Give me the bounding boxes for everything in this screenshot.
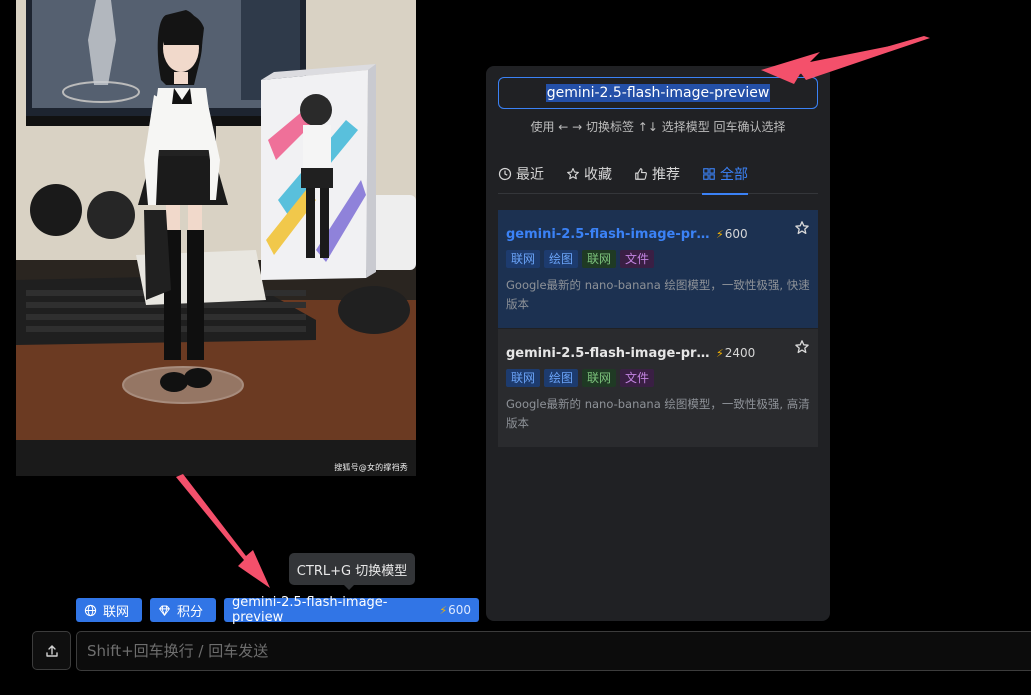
model-selector-chip[interactable]: gemini-2.5-flash-image-preview ⚡ 600 <box>224 595 479 625</box>
web-search-chip[interactable]: 联网 <box>76 598 142 622</box>
favorite-star-icon[interactable] <box>794 220 810 236</box>
upload-icon <box>45 644 58 657</box>
figure-photo-illustration <box>16 0 416 476</box>
model-tags: 联网 绘图 联网 文件 <box>506 369 810 387</box>
model-selector-label: gemini-2.5-flash-image-preview <box>232 595 388 625</box>
globe-icon <box>84 604 97 616</box>
points-chip[interactable]: 积分 <box>150 598 216 622</box>
web-search-label: 联网 <box>103 604 130 620</box>
model-cost: ⚡ 2400 <box>716 346 755 360</box>
lightning-icon: ⚡ <box>439 603 448 617</box>
tab-recent-label: 最近 <box>516 167 544 183</box>
tab-favorites-label: 收藏 <box>584 167 612 183</box>
model-selector-cost-value: 600 <box>448 603 471 617</box>
arrow-to-chip <box>176 474 270 588</box>
model-cost-value: 600 <box>724 227 748 241</box>
tag-draw: 绘图 <box>544 369 579 387</box>
favorite-star-icon[interactable] <box>794 339 810 355</box>
tag-net: 联网 <box>582 250 617 268</box>
lightning-icon: ⚡ <box>716 346 724 360</box>
tab-all[interactable]: 全部 <box>702 154 748 195</box>
thumbs-up-icon <box>635 168 647 180</box>
keyboard-hint: 使用 ← → 切换标签 ↑↓ 选择模型 回车确认选择 <box>530 120 786 134</box>
model-description: Google最新的 nano-banana 绘图模型，一致性极强, 高清版本 <box>506 397 810 430</box>
tab-favorites[interactable]: 收藏 <box>566 154 612 194</box>
model-name: gemini-2.5-flash-image-preview <box>506 345 712 361</box>
tab-recommended-label: 推荐 <box>652 167 680 183</box>
tab-all-label: 全部 <box>720 167 748 183</box>
model-card-flash-hd[interactable]: gemini-2.5-flash-image-preview ⚡ 2400 联网… <box>498 329 818 447</box>
model-search-value[interactable]: gemini-2.5-flash-image-preview <box>545 84 771 102</box>
tab-recent[interactable]: 最近 <box>498 154 544 194</box>
star-icon <box>567 168 579 180</box>
tag-web: 联网 <box>506 369 541 387</box>
tag-net: 联网 <box>582 369 617 387</box>
model-selector-cost: ⚡ 600 <box>439 603 471 617</box>
message-input[interactable] <box>76 631 1031 671</box>
clock-icon <box>498 167 512 181</box>
points-label: 积分 <box>177 604 204 620</box>
tag-file: 文件 <box>620 369 655 387</box>
model-cost: ⚡ 600 <box>716 227 748 241</box>
diamond-icon <box>159 605 170 616</box>
lightning-icon: ⚡ <box>716 227 724 241</box>
model-cost-value: 2400 <box>724 346 756 360</box>
generated-image[interactable]: 搜狐号@女的撑裆秀 <box>16 0 416 476</box>
image-watermark: 搜狐号@女的撑裆秀 <box>334 463 408 472</box>
tag-file: 文件 <box>620 250 655 268</box>
model-picker-panel: gemini-2.5-flash-image-preview 使用 ← → 切换… <box>486 66 830 621</box>
tag-draw: 绘图 <box>544 250 579 268</box>
model-search-input[interactable]: gemini-2.5-flash-image-preview <box>498 77 818 109</box>
model-card-flash-fast[interactable]: gemini-2.5-flash-image-preview ⚡ 600 联网 … <box>498 210 818 328</box>
upload-button[interactable] <box>32 631 71 670</box>
switch-model-tooltip: CTRL+G 切换模型 <box>289 553 415 590</box>
model-tabs: 最近 收藏 推荐 全部 <box>498 154 818 195</box>
model-name: gemini-2.5-flash-image-preview <box>506 226 712 242</box>
model-description: Google最新的 nano-banana 绘图模型，一致性极强, 快速版本 <box>506 278 810 311</box>
tag-web: 联网 <box>506 250 541 268</box>
tab-recommended[interactable]: 推荐 <box>634 154 680 194</box>
grid-icon <box>703 168 715 180</box>
model-tags: 联网 绘图 联网 文件 <box>506 250 810 268</box>
